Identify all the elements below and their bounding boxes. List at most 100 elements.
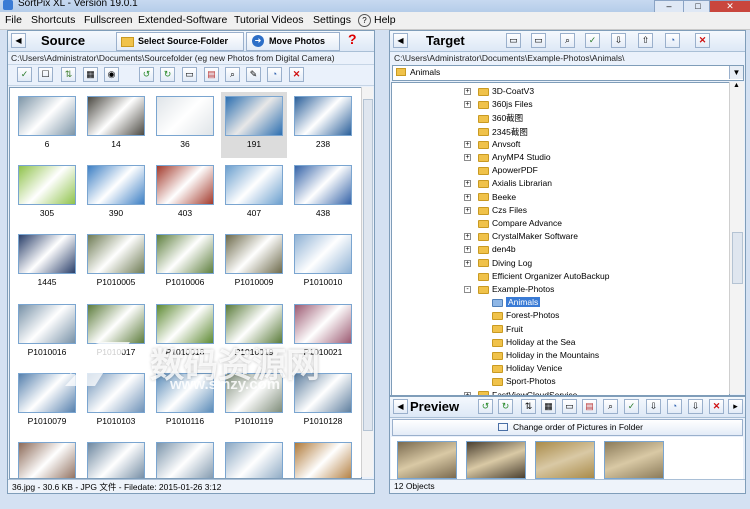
tree-item[interactable]: Diving Log	[478, 258, 532, 268]
tree-item[interactable]: Axialis Librarian	[478, 178, 552, 188]
deselect-icon[interactable]: ☐	[38, 67, 53, 82]
menu-file[interactable]: File	[5, 14, 22, 26]
thumbnail-image[interactable]	[294, 165, 352, 205]
zoom-icon[interactable]: ⌕	[603, 399, 618, 414]
grid-view-icon[interactable]: ▦	[83, 67, 98, 82]
expand-icon[interactable]: +	[464, 101, 471, 109]
source-scrollbar[interactable]	[361, 87, 373, 477]
menu-extended-software[interactable]: Extended-Software	[138, 14, 227, 26]
tree-item[interactable]: Sport-Photos	[492, 376, 556, 386]
thumbnail-cell[interactable]: 438	[290, 161, 356, 227]
menu-settings[interactable]: Settings	[313, 14, 351, 26]
menu-help[interactable]: Help	[374, 14, 396, 26]
zoom-icon[interactable]: ⌕	[225, 67, 240, 82]
sort-icon[interactable]: ⇅	[61, 67, 76, 82]
refresh-icon[interactable]: ◔	[667, 399, 682, 414]
tree-item[interactable]: Anvsoft	[478, 139, 520, 149]
expand-icon[interactable]: +	[464, 233, 471, 241]
tree-item[interactable]: 360js Files	[478, 99, 533, 109]
edit-icon[interactable]: ✎	[246, 67, 261, 82]
expand-icon[interactable]: +	[464, 206, 471, 214]
thumbnail-image[interactable]	[18, 165, 76, 205]
move-photos-button[interactable]: ➜ Move Photos	[246, 32, 340, 51]
thumbnail-cell[interactable]: 238	[290, 92, 356, 158]
thumbnail-image[interactable]	[18, 96, 76, 136]
thumbnail-cell[interactable]: 390	[83, 161, 149, 227]
rotate-right-icon[interactable]: ↻	[160, 67, 175, 82]
rotate-left-icon[interactable]: ↺	[478, 399, 493, 414]
thumbnail-cell[interactable]: P1010006	[152, 230, 218, 296]
check-icon[interactable]: ✓	[624, 399, 639, 414]
tree-item[interactable]: Czs Files	[478, 205, 527, 215]
more-icon[interactable]: ▸	[728, 399, 743, 414]
tree-item[interactable]: Efficient Organizer AutoBackup	[478, 271, 610, 281]
thumbnail-image[interactable]	[294, 442, 352, 478]
thumbnail-cell[interactable]: P1010009	[221, 230, 287, 296]
expand-icon[interactable]: +	[464, 140, 471, 148]
thumbnail-cell[interactable]: P1010005	[83, 230, 149, 296]
thumbnail-image[interactable]	[294, 234, 352, 274]
thumbnail-image[interactable]	[18, 234, 76, 274]
tree-item[interactable]: Example-Photos	[478, 284, 554, 294]
thumbnail-image[interactable]	[225, 96, 283, 136]
expand-icon[interactable]: +	[464, 246, 471, 254]
thumbnail-image[interactable]	[87, 165, 145, 205]
grid-view-icon[interactable]: ▦	[541, 399, 556, 414]
expand-icon[interactable]: +	[464, 154, 471, 161]
change-order-button[interactable]: Change order of Pictures in Folder	[392, 419, 743, 436]
thumbnail-image[interactable]	[294, 96, 352, 136]
thumbnail-cell[interactable]: 6	[14, 92, 80, 158]
chevron-down-icon[interactable]: ▼	[729, 66, 743, 79]
tree-item[interactable]: 360截图	[478, 112, 523, 124]
tree-item[interactable]: Holiday in the Mountains	[492, 350, 599, 360]
source-scroll-thumb[interactable]	[363, 99, 373, 431]
tree-item[interactable]: Holiday Venice	[492, 363, 562, 373]
tree-item[interactable]: 3D-CoatV3	[478, 86, 534, 96]
preview-thumbnail[interactable]	[466, 441, 526, 479]
tree-item[interactable]: Holiday at the Sea	[492, 337, 575, 347]
collapse-icon[interactable]: -	[464, 286, 471, 293]
refresh-icon[interactable]: ◔	[267, 67, 282, 82]
thumbnail-cell[interactable]: 36	[152, 92, 218, 158]
export-icon[interactable]: ⇩	[646, 399, 661, 414]
delete-icon[interactable]: ✕	[695, 33, 710, 48]
thumbnail-cell[interactable]	[221, 438, 287, 478]
refresh-icon[interactable]: ◔	[665, 33, 680, 48]
expand-icon[interactable]: +	[464, 193, 471, 201]
tree-item[interactable]: 2345截图	[478, 126, 528, 138]
thumbnail-cell[interactable]: 407	[221, 161, 287, 227]
check-folder-icon[interactable]: ✓	[585, 33, 600, 48]
tree-item[interactable]: Animals	[492, 297, 541, 308]
thumbnail-cell[interactable]: P1010010	[290, 230, 356, 296]
select-source-folder-button[interactable]: Select Source-Folder	[116, 32, 244, 51]
thumbnail-cell[interactable]: 1445	[14, 230, 80, 296]
target-folder-dropdown[interactable]: Animals ▼	[392, 65, 744, 81]
help-icon[interactable]: ?	[348, 31, 357, 47]
target-scroll-thumb[interactable]	[732, 232, 743, 284]
folder-up-icon[interactable]: ⇧	[638, 33, 653, 48]
expand-icon[interactable]: +	[464, 259, 471, 267]
search-icon[interactable]: ⌕	[560, 33, 575, 48]
tree-item[interactable]: CrystalMaker Software	[478, 231, 578, 241]
preview-thumbnail[interactable]	[535, 441, 595, 479]
tree-item[interactable]: Beeke	[478, 192, 516, 202]
menu-fullscreen[interactable]: Fullscreen	[84, 14, 132, 26]
collapse-arrow-icon[interactable]: ◀	[11, 33, 26, 48]
select-all-icon[interactable]: ✓	[17, 67, 32, 82]
preview-thumbnail[interactable]	[397, 441, 457, 479]
preview-thumbnail[interactable]	[604, 441, 664, 479]
collapse-arrow-icon[interactable]: ◀	[393, 33, 408, 48]
move-icon[interactable]: ⇩	[688, 399, 703, 414]
expand-icon[interactable]: +	[464, 88, 471, 95]
thumbnail-cell[interactable]	[83, 438, 149, 478]
menu-shortcuts[interactable]: Shortcuts	[31, 14, 75, 26]
thumbnail-image[interactable]	[225, 234, 283, 274]
tree-item[interactable]: ApowerPDF	[478, 165, 538, 175]
thumbnail-cell[interactable]: 305	[14, 161, 80, 227]
rename-icon[interactable]: ▭	[531, 33, 546, 48]
tree-item[interactable]: den4b	[478, 244, 516, 254]
sort-icon[interactable]: ⇅	[521, 399, 536, 414]
delete-icon[interactable]: ✕	[289, 67, 304, 82]
new-folder-icon[interactable]: ▭	[506, 33, 521, 48]
thumbnail-cell[interactable]	[290, 438, 356, 478]
